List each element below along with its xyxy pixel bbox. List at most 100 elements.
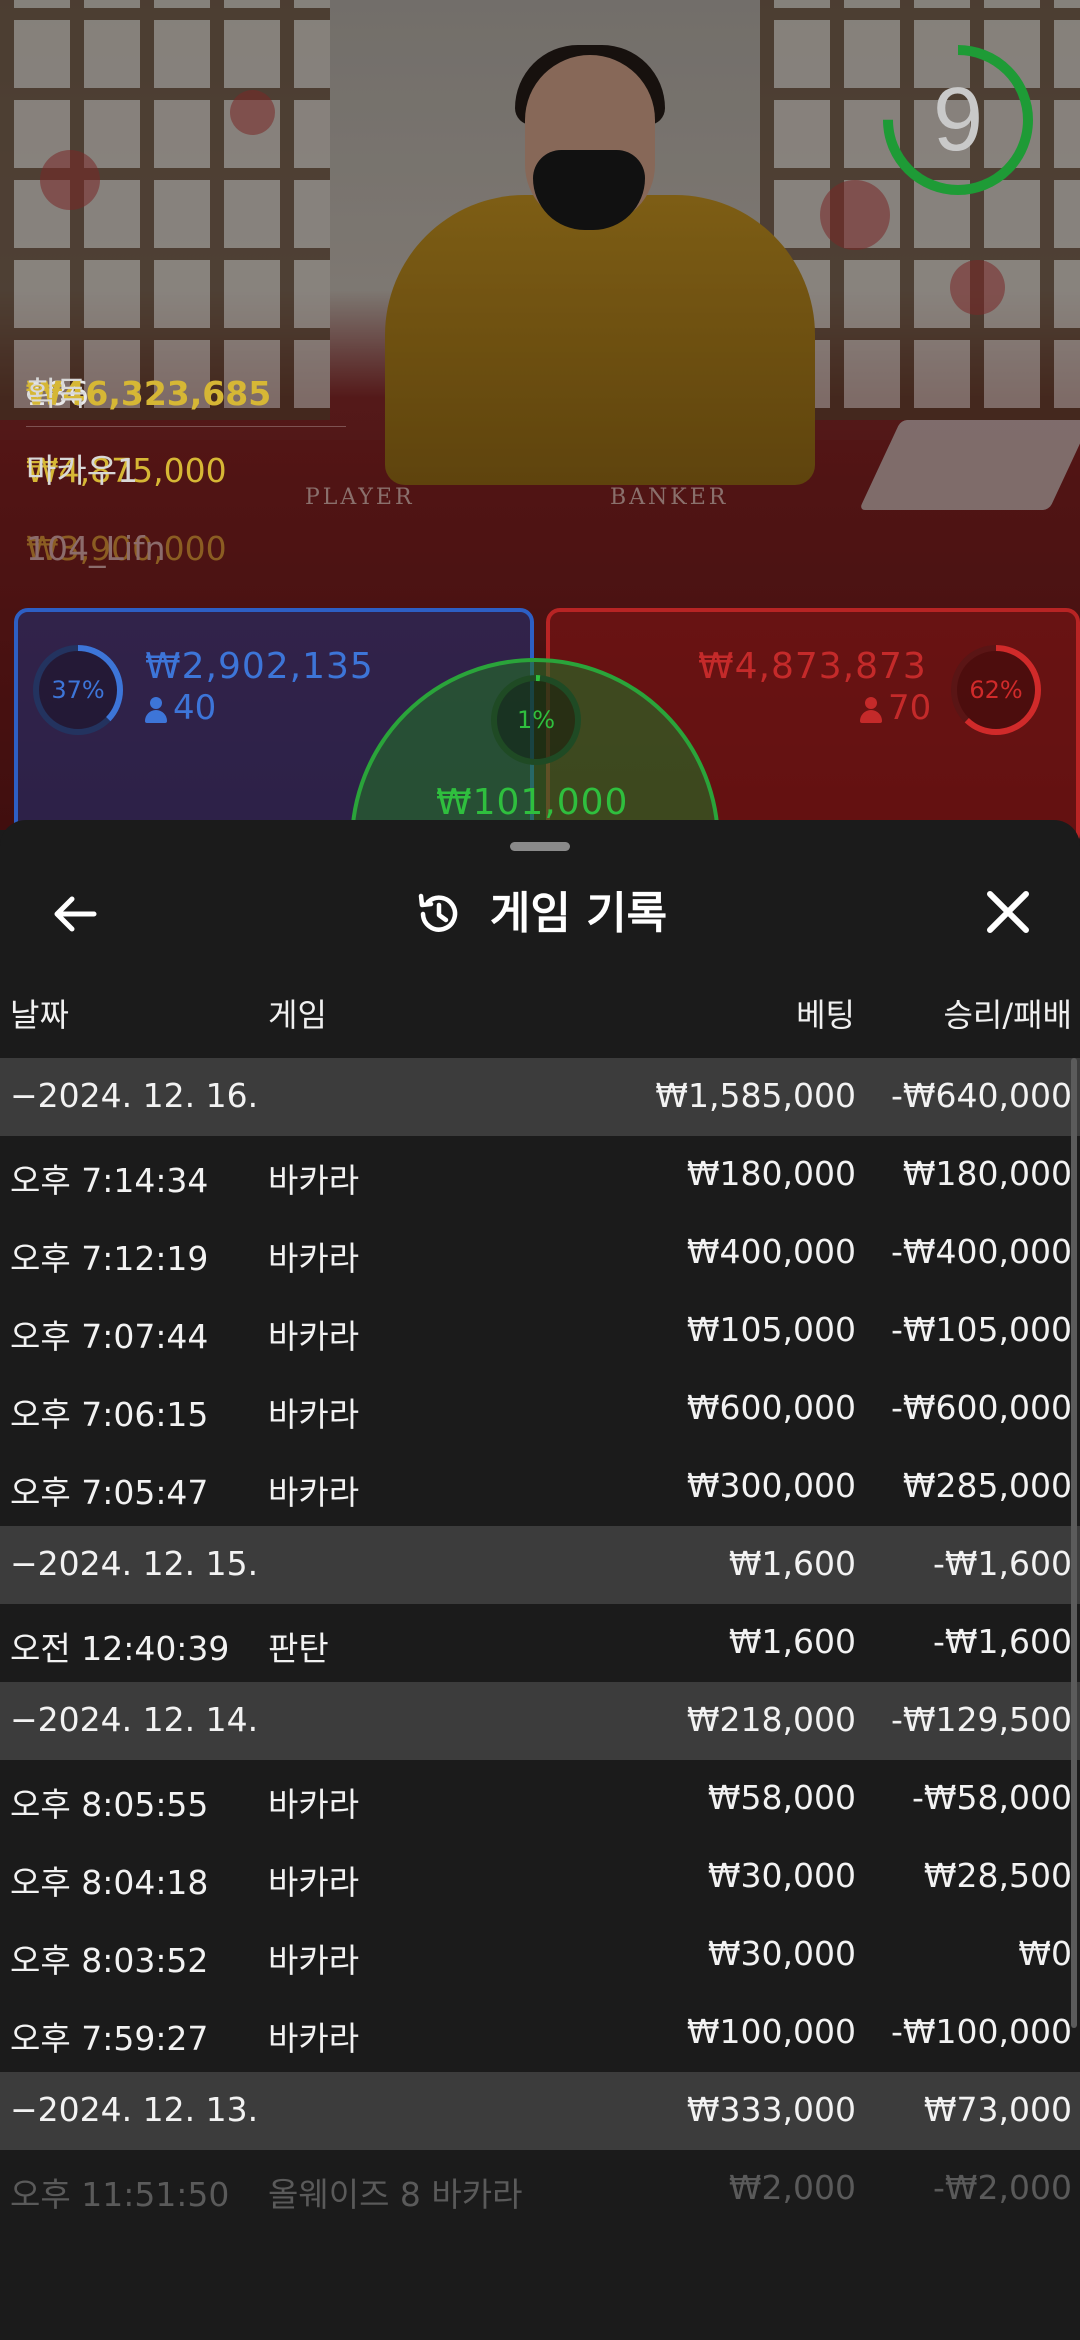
cell-game: 바카라 bbox=[268, 1239, 360, 1278]
cell-date: 오후 7:14:34 bbox=[10, 1161, 209, 1200]
cell-result: -₩1,600 bbox=[932, 1544, 1072, 1583]
winners-summary: 186 ● ₩46,323,685 획득 bbox=[26, 350, 346, 428]
player-bettor-count: 40 bbox=[145, 688, 216, 728]
table-row[interactable]: 오후 8:05:55 바카라 ₩58,000 -₩58,000 bbox=[0, 1760, 1080, 1838]
table-row[interactable]: 오전 12:40:39 판탄 ₩1,600 -₩1,600 bbox=[0, 1604, 1080, 1682]
cell-bet: ₩333,000 bbox=[686, 2090, 856, 2129]
cell-game: 올웨이즈 8 바카라 bbox=[268, 2175, 523, 2214]
cell-bet: ₩100,000 bbox=[686, 2012, 856, 2051]
cell-date: −2024. 12. 15. bbox=[10, 1544, 259, 1583]
cell-result: -₩100,000 bbox=[890, 2012, 1072, 2051]
history-table: −2024. 12. 16. ₩1,585,000 -₩640,000 오후 7:14… bbox=[0, 1058, 1080, 2228]
cell-bet: ₩1,585,000 bbox=[655, 1076, 856, 1115]
column-header-bet: 베팅 bbox=[796, 996, 855, 1034]
cell-game: 바카라 bbox=[268, 1863, 360, 1902]
cell-bet: ₩600,000 bbox=[686, 1388, 856, 1427]
table-row[interactable]: 오후 7:06:15 바카라 ₩600,000 -₩600,000 bbox=[0, 1370, 1080, 1448]
column-header-date: 날짜 bbox=[10, 996, 69, 1034]
tie-total-bet: ₩101,000 bbox=[436, 782, 629, 823]
cell-bet: ₩105,000 bbox=[686, 1310, 856, 1349]
cell-date: −2024. 12. 16. bbox=[10, 1076, 259, 1115]
cell-bet: ₩300,000 bbox=[686, 1466, 856, 1505]
table-header: 날짜 게임 베팅 승리/패배 bbox=[0, 978, 1080, 1040]
cell-date: 오후 7:12:19 bbox=[10, 1239, 209, 1278]
cell-result: -₩2,000 bbox=[932, 2168, 1072, 2207]
table-row[interactable]: 오후 7:59:27 바카라 ₩100,000 -₩100,000 bbox=[0, 1994, 1080, 2072]
cell-date: 오후 7:07:44 bbox=[10, 1317, 209, 1356]
cell-game: 바카라 bbox=[268, 1317, 360, 1356]
player-total-bet: ₩2,902,135 bbox=[145, 646, 374, 687]
cell-date: 오후 8:03:52 bbox=[10, 1941, 209, 1980]
history-icon bbox=[418, 893, 458, 932]
cell-result: ₩180,000 bbox=[902, 1154, 1072, 1193]
sheet-drag-handle[interactable] bbox=[510, 842, 570, 851]
cell-result: -₩129,500 bbox=[890, 1700, 1072, 1739]
player-percent: 37% bbox=[51, 676, 105, 704]
cell-result: -₩105,000 bbox=[890, 1310, 1072, 1349]
banker-percent: 62% bbox=[969, 676, 1023, 704]
sheet-header: 게임 기록 bbox=[0, 878, 1080, 948]
cell-result: ₩0 bbox=[1018, 1934, 1072, 1973]
cell-game: 바카라 bbox=[268, 1785, 360, 1824]
winner-row: ₩3,900,000 104_Lifn bbox=[26, 505, 346, 583]
banker-bettor-number: 70 bbox=[888, 688, 932, 728]
cell-game: 바카라 bbox=[268, 2019, 360, 2058]
tie-percent: 1% bbox=[516, 706, 556, 734]
person-icon bbox=[145, 696, 167, 723]
column-header-result: 승리/패배 bbox=[943, 996, 1072, 1034]
cell-result: ₩73,000 bbox=[923, 2090, 1072, 2129]
scrollbar[interactable] bbox=[1071, 1058, 1077, 2028]
cell-date: −2024. 12. 13. bbox=[10, 2090, 259, 2129]
cell-date: 오후 8:04:18 bbox=[10, 1863, 209, 1902]
table-row[interactable]: 오후 8:03:52 바카라 ₩30,000 ₩0 bbox=[0, 1916, 1080, 1994]
cell-result: ₩28,500 bbox=[923, 1856, 1072, 1895]
cell-date: 오후 11:51:50 bbox=[10, 2175, 230, 2214]
cell-game: 바카라 bbox=[268, 1395, 360, 1434]
sheet-title: 게임 기록 bbox=[489, 887, 668, 939]
column-header-game: 게임 bbox=[268, 996, 327, 1034]
cell-game: 바카라 bbox=[268, 1473, 360, 1512]
date-group-row[interactable]: −2024. 12. 16. ₩1,585,000 -₩640,000 bbox=[0, 1058, 1080, 1136]
cell-bet: ₩400,000 bbox=[686, 1232, 856, 1271]
cell-date: 오후 8:05:55 bbox=[10, 1785, 209, 1824]
player-bettor-number: 40 bbox=[173, 688, 217, 728]
cell-date: 오후 7:59:27 bbox=[10, 2019, 209, 2058]
cell-date: 오후 7:05:47 bbox=[10, 1473, 209, 1512]
cell-bet: ₩2,000 bbox=[728, 2168, 856, 2207]
game-history-sheet: 게임 기록 날짜 게임 베팅 승리/패배 −2024. 12. 16. ₩1,58… bbox=[0, 820, 1080, 2340]
table-row[interactable]: 오후 11:51:50 올웨이즈 8 바카라 ₩2,000 -₩2,000 bbox=[0, 2150, 1080, 2228]
table-row[interactable]: 오후 8:04:18 바카라 ₩30,000 ₩28,500 bbox=[0, 1838, 1080, 1916]
table-row[interactable]: 오후 7:12:19 바카라 ₩400,000 -₩400,000 bbox=[0, 1214, 1080, 1292]
cell-result: -₩400,000 bbox=[890, 1232, 1072, 1271]
banker-bettor-count: 70 bbox=[860, 688, 931, 728]
date-group-row[interactable]: −2024. 12. 13. ₩333,000 ₩73,000 bbox=[0, 2072, 1080, 2150]
cell-bet: ₩58,000 bbox=[707, 1778, 856, 1817]
cell-bet: ₩1,600 bbox=[728, 1622, 856, 1661]
winner-row: ₩4,875,000 마카우1 bbox=[26, 427, 346, 505]
date-group-row[interactable]: −2024. 12. 14. ₩218,000 -₩129,500 bbox=[0, 1682, 1080, 1760]
cell-bet: ₩180,000 bbox=[686, 1154, 856, 1193]
table-row[interactable]: 오후 7:05:47 바카라 ₩300,000 ₩285,000 bbox=[0, 1448, 1080, 1526]
cell-bet: ₩218,000 bbox=[686, 1700, 856, 1739]
cell-result: ₩285,000 bbox=[902, 1466, 1072, 1505]
cell-result: -₩1,600 bbox=[932, 1622, 1072, 1661]
winners-gain-label: 획득 bbox=[26, 374, 87, 413]
table-row[interactable]: 오후 7:07:44 바카라 ₩105,000 -₩105,000 bbox=[0, 1292, 1080, 1370]
cell-game: 바카라 bbox=[268, 1941, 360, 1980]
cell-date: −2024. 12. 14. bbox=[10, 1700, 259, 1739]
cell-bet: ₩1,600 bbox=[728, 1544, 856, 1583]
cell-game: 판탄 bbox=[268, 1629, 329, 1668]
banker-total-bet: ₩4,873,873 bbox=[698, 646, 927, 687]
close-icon[interactable] bbox=[976, 880, 1040, 944]
winner-name: 104_Lifn bbox=[26, 529, 166, 568]
cell-game: 바카라 bbox=[268, 1161, 360, 1200]
person-icon bbox=[860, 696, 882, 723]
date-group-row[interactable]: −2024. 12. 15. ₩1,600 -₩1,600 bbox=[0, 1526, 1080, 1604]
countdown-timer: 9 bbox=[932, 70, 984, 170]
cell-bet: ₩30,000 bbox=[707, 1856, 856, 1895]
winners-ticker: 186 ● ₩46,323,685 획득 ₩4,875,000 마카우1 ₩3,… bbox=[26, 350, 346, 583]
table-row[interactable]: 오후 7:14:34 바카라 ₩180,000 ₩180,000 bbox=[0, 1136, 1080, 1214]
cell-result: -₩600,000 bbox=[890, 1388, 1072, 1427]
cell-result: -₩640,000 bbox=[890, 1076, 1072, 1115]
cell-result: -₩58,000 bbox=[911, 1778, 1072, 1817]
